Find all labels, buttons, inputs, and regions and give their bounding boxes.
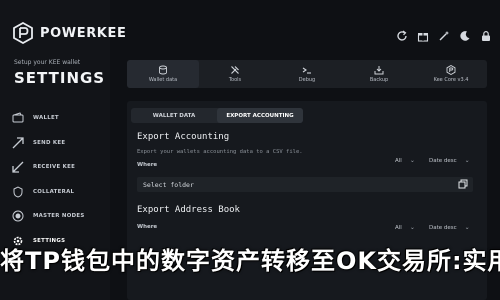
sidebar-item-label: SEND KEE xyxy=(33,139,66,146)
sidebar-item-label: WALLET xyxy=(33,115,59,122)
sidebar-item-label: RECEIVE KEE xyxy=(33,164,76,171)
sort-select-value: Date desc xyxy=(429,157,457,164)
backup-icon xyxy=(374,66,384,75)
overlay-banner-text: 将TP钱包中的数字资产转移至OK交易所:实用 xyxy=(0,246,500,275)
chevron-down-icon: ⌄ xyxy=(464,157,470,164)
magic-icon[interactable] xyxy=(438,30,450,42)
wallet-icon xyxy=(12,112,24,123)
chevron-down-icon: ⌄ xyxy=(464,224,470,231)
export-accounting-desc: Export your wallets accounting data to a… xyxy=(137,149,303,155)
sidebar-item-receive-kee[interactable]: RECEIVE KEE xyxy=(12,155,85,180)
select-folder-field[interactable]: Select folder xyxy=(137,177,473,192)
collateral-icon xyxy=(13,186,23,198)
tab-debug[interactable]: Debug xyxy=(271,60,343,88)
database-icon xyxy=(159,65,167,75)
app-window: POWERKEE Setup your KEE wallet SETTINGS … xyxy=(0,0,500,300)
brand-name: POWERKEE xyxy=(40,25,127,41)
copy-icon[interactable] xyxy=(458,179,468,189)
sidebar-item-collateral[interactable]: COLLATERAL xyxy=(12,180,85,205)
tools-icon xyxy=(231,66,239,74)
powerkee-logo-icon xyxy=(13,22,33,44)
filter-select-value: All xyxy=(395,157,402,164)
filter-select[interactable]: All ⌄ xyxy=(395,155,415,166)
where-label: Where xyxy=(137,162,158,168)
export-address-book-title: Export Address Book xyxy=(137,205,240,215)
filter-select-address-book[interactable]: All ⌄ xyxy=(395,222,415,233)
page-title: SETTINGS xyxy=(14,69,106,87)
send-icon xyxy=(12,137,24,149)
sort-select-address-book[interactable]: Date desc ⌄ xyxy=(429,222,470,233)
sort-select[interactable]: Date desc ⌄ xyxy=(429,155,470,166)
tab-label: Kee Core v3.4 xyxy=(433,77,469,83)
moon-icon[interactable] xyxy=(459,30,471,42)
sidebar-item-label: COLLATERAL xyxy=(33,188,75,195)
sidebar-item-label: MASTER NODES xyxy=(33,213,85,220)
chevron-down-icon: ⌄ xyxy=(409,224,415,231)
tab-tools[interactable]: Tools xyxy=(199,60,271,88)
debug-icon xyxy=(302,67,311,74)
gift-icon[interactable] xyxy=(417,30,429,42)
master-nodes-icon xyxy=(12,210,24,222)
tab-label: Wallet data xyxy=(148,77,178,83)
refresh-icon[interactable] xyxy=(396,30,408,42)
subtab-wallet-data[interactable]: WALLET DATA xyxy=(131,108,217,123)
sidebar-item-send-kee[interactable]: SEND KEE xyxy=(12,131,85,156)
tab-label: Tools xyxy=(228,77,242,83)
tab-label: Backup xyxy=(369,77,389,83)
chevron-down-icon: ⌄ xyxy=(409,157,415,164)
tab-backup[interactable]: Backup xyxy=(343,60,415,88)
sidebar-subtitle: Setup your KEE wallet xyxy=(14,59,81,66)
sidebar-item-wallet[interactable]: WALLET xyxy=(12,106,85,131)
export-accounting-title: Export Accounting xyxy=(137,132,230,142)
brand: POWERKEE xyxy=(12,22,126,44)
filter-select-value: All xyxy=(395,224,402,231)
sidebar-nav: WALLET SEND KEE RECEIVE KEE COLLATERAL M… xyxy=(12,106,85,253)
subtab-export-accounting[interactable]: EXPORT ACCOUNTING xyxy=(217,108,303,123)
category-tabs: Wallet data Tools Debug Backup Kee Core … xyxy=(127,60,487,88)
sidebar-item-master-nodes[interactable]: MASTER NODES xyxy=(12,204,85,229)
select-folder-placeholder: Select folder xyxy=(143,180,194,189)
tab-label: Debug xyxy=(298,77,316,83)
sort-select-value: Date desc xyxy=(429,224,457,231)
where-label-address-book: Where xyxy=(137,224,158,230)
lock-icon[interactable] xyxy=(480,30,492,42)
tab-wallet-data[interactable]: Wallet data xyxy=(127,60,199,88)
receive-icon xyxy=(12,161,24,173)
topbar-actions xyxy=(396,30,492,42)
kee-core-icon xyxy=(446,65,456,75)
sub-tabs: WALLET DATA EXPORT ACCOUNTING xyxy=(131,108,303,123)
tab-kee-core[interactable]: Kee Core v3.4 xyxy=(415,60,487,88)
